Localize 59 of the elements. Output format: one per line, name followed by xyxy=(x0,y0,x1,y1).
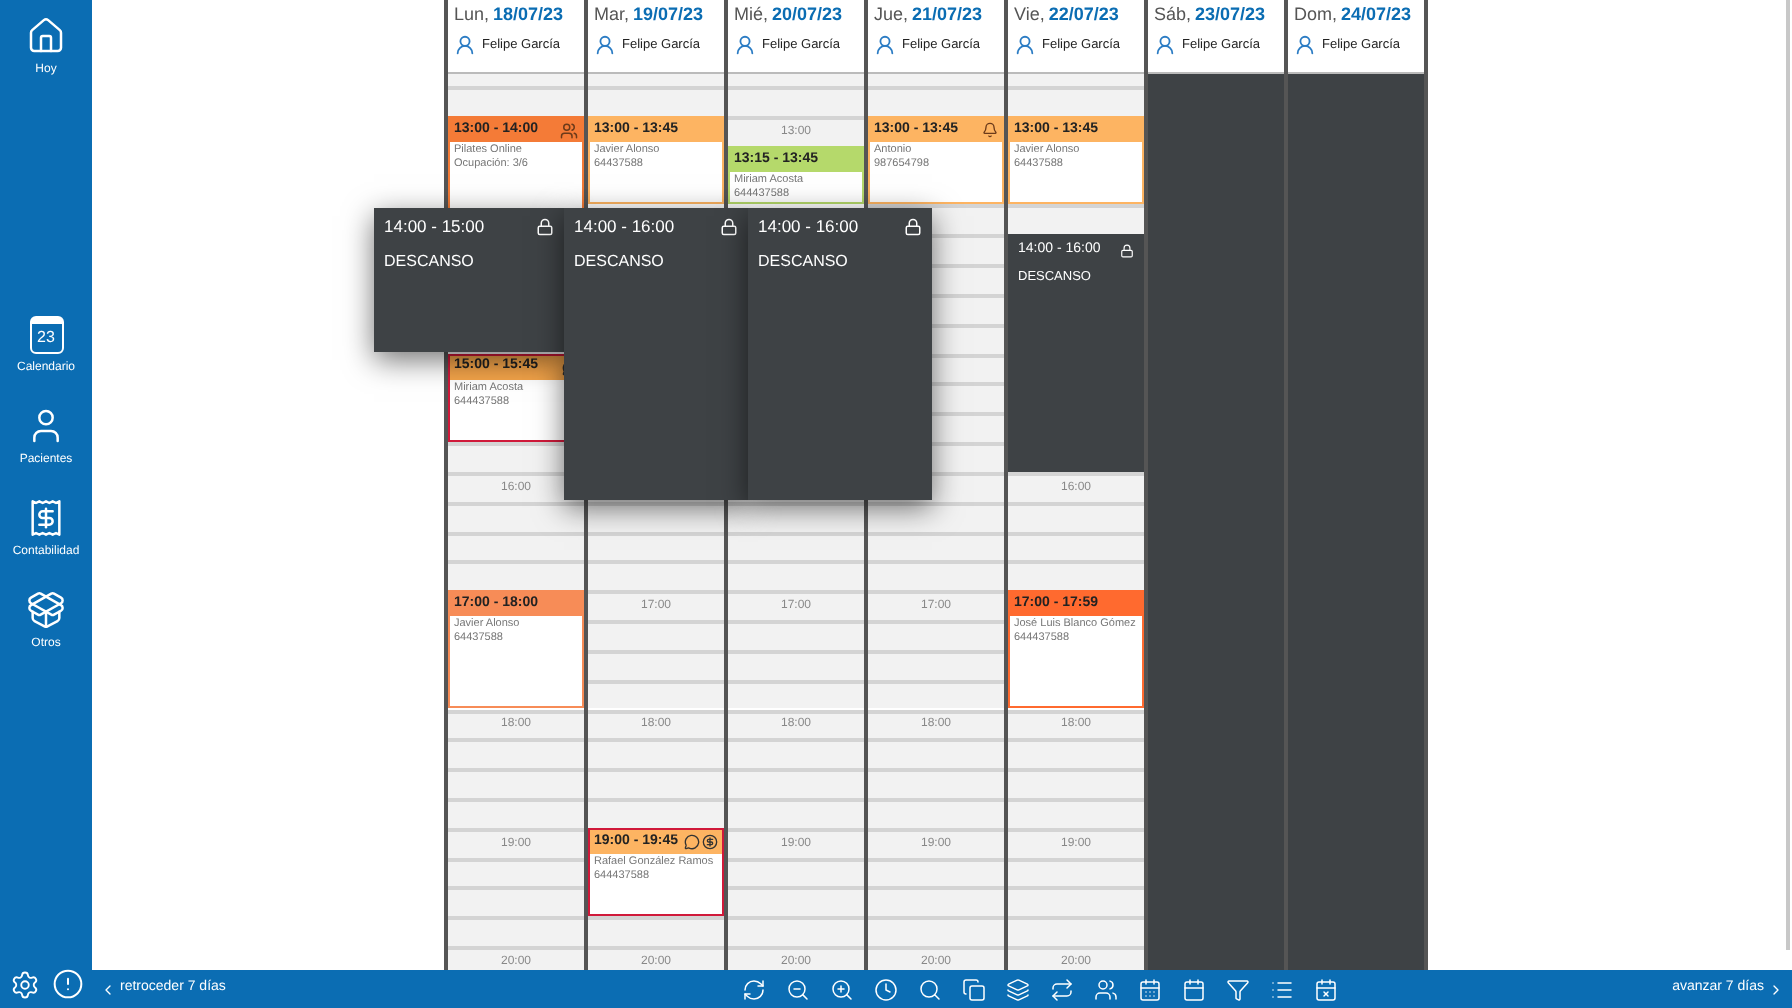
user-icon xyxy=(454,34,476,56)
scrollbar[interactable] xyxy=(1786,0,1790,950)
break-label: DESCANSO xyxy=(384,249,476,274)
chevron-right-icon xyxy=(1768,981,1784,997)
date-label: 20/07/23 xyxy=(772,2,843,28)
user-icon xyxy=(874,34,896,56)
chat-icon xyxy=(684,833,700,850)
break-label: DESCANSO xyxy=(574,249,666,274)
date-label: 19/07/23 xyxy=(633,2,704,28)
receipt-icon xyxy=(26,498,66,538)
date-label: 21/07/23 xyxy=(912,2,983,28)
date-label: 24/07/23 xyxy=(1341,2,1412,28)
time-slot[interactable] xyxy=(1008,204,1144,235)
break-tooltip[interactable]: 14:00 - 16:00 DESCANSO xyxy=(748,208,932,500)
weekday-label: Lun, xyxy=(454,2,490,28)
search-icon[interactable] xyxy=(917,977,941,1001)
weekday-label: Sáb, xyxy=(1154,2,1192,28)
user-icon xyxy=(594,34,616,56)
lock-icon xyxy=(1120,244,1134,259)
date-label: 22/07/23 xyxy=(1048,2,1119,28)
clock-icon[interactable] xyxy=(873,977,897,1001)
break-time: 14:00 - 16:00 xyxy=(758,214,859,240)
zoom-in-icon[interactable] xyxy=(829,977,853,1001)
home-icon xyxy=(26,16,66,56)
lock-icon xyxy=(536,217,554,236)
refresh-icon[interactable] xyxy=(741,977,765,1001)
break-tooltip[interactable]: 14:00 - 15:00 DESCANSO xyxy=(374,208,564,352)
calendar-icon[interactable] xyxy=(1137,977,1161,1001)
calendar-icon: 23 xyxy=(29,316,63,354)
calendar-grid-icon[interactable] xyxy=(1181,977,1205,1001)
filter-icon[interactable] xyxy=(1225,977,1249,1001)
zoom-out-icon[interactable] xyxy=(785,977,809,1001)
weekday-label: Vie, xyxy=(1014,2,1045,28)
break-label: DESCANSO xyxy=(758,249,850,274)
weekday-label: Dom, xyxy=(1294,2,1338,28)
date-label: 23/07/23 xyxy=(1195,2,1266,28)
settings-icon[interactable] xyxy=(9,969,39,999)
dollar-icon xyxy=(702,833,718,850)
weekday-label: Mar, xyxy=(594,2,630,28)
break-tooltip[interactable]: 14:00 - 16:00 DESCANSO xyxy=(564,208,748,500)
calendar-remove-icon[interactable] xyxy=(1313,977,1337,1001)
weekday-label: Mié, xyxy=(734,2,769,28)
weekday-label: Jue, xyxy=(874,2,909,28)
copy-icon[interactable] xyxy=(961,977,985,1001)
bell-icon xyxy=(982,122,998,138)
date-label: 18/07/23 xyxy=(493,2,564,28)
group-icon xyxy=(560,121,578,139)
alert-icon[interactable] xyxy=(51,968,83,1000)
lock-icon xyxy=(720,217,738,236)
user-icon xyxy=(1294,34,1316,56)
lock-icon xyxy=(904,217,922,236)
chevron-left-icon xyxy=(100,981,116,997)
user-icon xyxy=(1154,34,1176,56)
repeat-icon[interactable] xyxy=(1049,977,1073,1001)
user-icon xyxy=(1014,34,1036,56)
open-box-icon xyxy=(26,590,66,630)
group-icon[interactable] xyxy=(1093,977,1117,1001)
user-icon xyxy=(734,34,756,56)
layers-icon[interactable] xyxy=(1005,977,1029,1001)
